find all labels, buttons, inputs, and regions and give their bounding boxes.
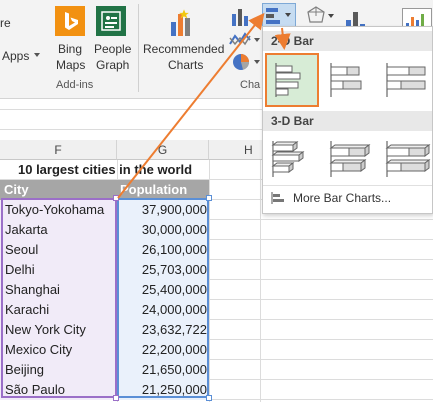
annotation-arrows <box>117 12 291 199</box>
arrow-to-bar-button <box>117 12 265 199</box>
arrow-to-clustered-bar <box>274 27 291 50</box>
